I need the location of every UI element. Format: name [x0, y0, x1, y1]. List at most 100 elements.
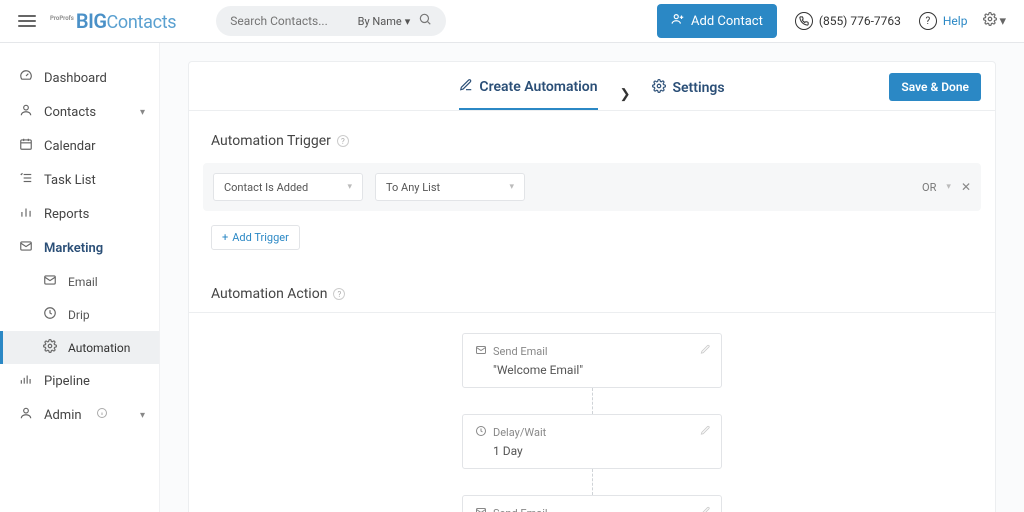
logo-rest: Contacts [106, 12, 176, 33]
help-tooltip-icon[interactable]: ? [337, 135, 349, 147]
settings-dropdown[interactable]: ▾ [983, 12, 1006, 30]
search-filter-label: By Name [358, 15, 402, 28]
sidebar-item-calendar[interactable]: Calendar [0, 129, 159, 163]
sidebar-item-marketing[interactable]: Marketing [0, 231, 159, 265]
sidebar-item-label: Automation [68, 341, 130, 355]
sidebar-item-pipeline[interactable]: Pipeline [0, 364, 159, 398]
section-title-text: Automation Action [211, 286, 327, 302]
gauge-icon [18, 69, 34, 87]
caret-down-icon: ▾ [347, 182, 352, 192]
search-bar[interactable]: By Name ▾ [216, 6, 446, 36]
remove-trigger-icon[interactable]: ✕ [961, 180, 971, 194]
dropdown-value: Contact Is Added [224, 181, 308, 194]
flow-step-card[interactable]: Send Email "Welcome Email" [462, 333, 722, 388]
plus-icon: + [222, 231, 228, 244]
clock-icon [475, 425, 487, 440]
sidebar-item-label: Task List [44, 173, 96, 188]
sidebar-item-label: Marketing [44, 241, 103, 256]
sidebar-sub-email[interactable]: Email [0, 265, 159, 298]
add-user-icon [671, 12, 685, 30]
trigger-operator[interactable]: OR ▾ ✕ [922, 180, 971, 194]
add-contact-label: Add Contact [691, 14, 763, 29]
trigger-section-title: Automation Trigger ? [189, 111, 995, 159]
edit-step-icon[interactable] [700, 506, 711, 512]
logo-subtext: ProProfs [50, 15, 74, 22]
step-value: 1 Day [475, 444, 709, 458]
chevron-down-icon: ▾ [140, 410, 145, 421]
tab-label: Create Automation [479, 79, 597, 95]
tab-settings[interactable]: Settings [652, 79, 724, 109]
mail-icon [475, 506, 487, 512]
sidebar-item-label: Calendar [44, 139, 96, 154]
info-icon [94, 407, 110, 423]
caret-down-icon: ▾ [509, 182, 514, 192]
support-phone[interactable]: (855) 776-7763 [795, 12, 901, 30]
phone-icon [795, 12, 813, 30]
help-link[interactable]: ? Help [919, 12, 968, 30]
operator-label: OR [922, 181, 936, 194]
mail-icon [18, 239, 34, 257]
sidebar-item-label: Drip [68, 308, 90, 322]
sidebar-item-label: Contacts [44, 105, 96, 120]
edit-step-icon[interactable] [700, 425, 711, 439]
sidebar-nav: Dashboard Contacts ▾ Calendar Task List … [0, 43, 160, 512]
trigger-row: Contact Is Added ▾ To Any List ▾ OR ▾ ✕ [203, 163, 981, 211]
sidebar-item-label: Reports [44, 207, 89, 222]
add-trigger-button[interactable]: + Add Trigger [211, 225, 300, 250]
tab-label: Settings [672, 80, 724, 96]
sidebar-item-dashboard[interactable]: Dashboard [0, 61, 159, 95]
brand-logo[interactable]: ProProfs BIG Contacts [50, 9, 176, 33]
step-type: Send Email [493, 507, 548, 512]
menu-toggle-icon[interactable] [18, 15, 36, 27]
help-icon: ? [919, 12, 937, 30]
tab-bar: Create Automation ❯ Settings Save & Done [189, 62, 995, 111]
help-label: Help [943, 14, 968, 28]
edit-icon [459, 78, 473, 96]
main-content: Create Automation ❯ Settings Save & Done… [160, 43, 1024, 512]
flow-connector [592, 469, 593, 495]
save-done-button[interactable]: Save & Done [889, 73, 981, 101]
sidebar-item-label: Email [68, 275, 98, 289]
caret-down-icon: ▾ [946, 182, 951, 192]
help-tooltip-icon[interactable]: ? [333, 288, 345, 300]
action-section-title: Automation Action ? [189, 264, 995, 312]
add-contact-button[interactable]: Add Contact [657, 4, 777, 38]
chevron-down-icon: ▾ [140, 107, 145, 118]
gear-icon [983, 12, 997, 30]
sidebar-sub-drip[interactable]: Drip [0, 298, 159, 331]
trigger-target-dropdown[interactable]: To Any List ▾ [375, 173, 525, 201]
sidebar-item-reports[interactable]: Reports [0, 197, 159, 231]
chevron-right-icon: ❯ [620, 87, 631, 102]
step-type: Send Email [493, 345, 548, 358]
search-filter-dropdown[interactable]: By Name ▾ [358, 15, 411, 28]
sidebar-item-label: Dashboard [44, 71, 107, 86]
sidebar-item-label: Admin [44, 408, 82, 423]
automation-panel: Create Automation ❯ Settings Save & Done… [188, 61, 996, 512]
flow-step-card[interactable]: Delay/Wait 1 Day [462, 414, 722, 469]
sidebar-sub-automation[interactable]: Automation [0, 331, 159, 364]
app-header: ProProfs BIG Contacts By Name ▾ Add Cont… [0, 0, 1024, 43]
automation-flow: Send Email "Welcome Email" Delay/Wait 1 … [189, 312, 995, 512]
clock-icon [42, 306, 58, 323]
step-type: Delay/Wait [493, 426, 546, 439]
logo-big: BIG [76, 9, 107, 33]
search-icon[interactable] [418, 12, 432, 30]
add-trigger-label: Add Trigger [232, 231, 289, 244]
caret-down-icon: ▾ [999, 14, 1006, 29]
sidebar-item-admin[interactable]: Admin ▾ [0, 398, 159, 432]
edit-step-icon[interactable] [700, 344, 711, 358]
search-input[interactable] [230, 14, 335, 28]
gear-icon [652, 79, 666, 97]
pipeline-icon [18, 372, 34, 390]
user-icon [18, 406, 34, 424]
sidebar-item-tasklist[interactable]: Task List [0, 163, 159, 197]
sidebar-item-contacts[interactable]: Contacts ▾ [0, 95, 159, 129]
step-value: "Welcome Email" [475, 363, 709, 377]
trigger-event-dropdown[interactable]: Contact Is Added ▾ [213, 173, 363, 201]
tab-create-automation[interactable]: Create Automation [459, 78, 597, 110]
flow-step-card[interactable]: Send Email "Checkin Email" [462, 495, 722, 512]
mail-icon [475, 344, 487, 359]
user-icon [18, 103, 34, 121]
mail-icon [42, 273, 58, 290]
calendar-icon [18, 137, 34, 155]
